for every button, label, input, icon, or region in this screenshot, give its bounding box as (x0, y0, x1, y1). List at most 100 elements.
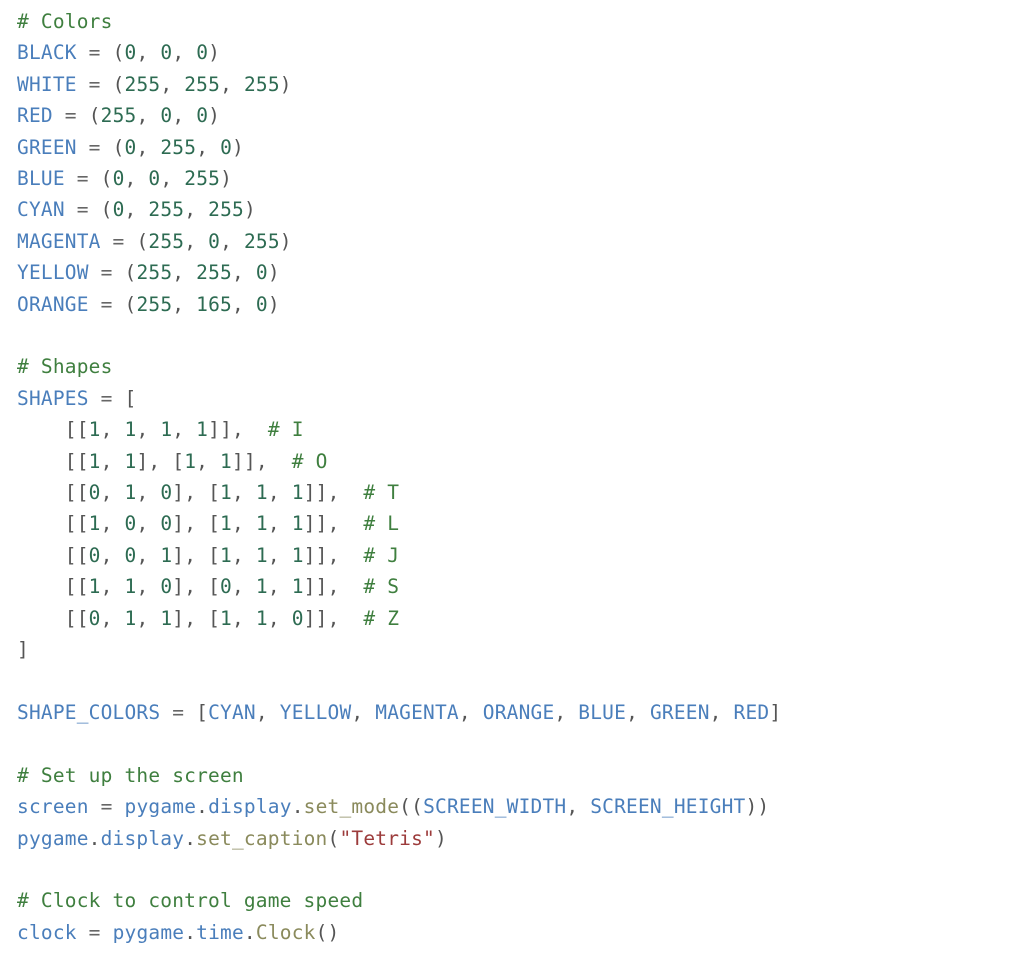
code-token-id: pygame (112, 920, 185, 944)
code-token-num: 1 (160, 418, 173, 442)
code-token-pun: ( (112, 135, 125, 159)
code-token-pun: , (124, 198, 149, 222)
code-line[interactable]: SHAPES = [ (17, 383, 1024, 414)
code-token-num: 1 (196, 418, 209, 442)
code-line[interactable]: BLACK = (0, 0, 0) (17, 37, 1024, 68)
code-line[interactable]: YELLOW = (255, 255, 0) (17, 257, 1024, 288)
code-token-num: 1 (160, 606, 173, 630)
code-line[interactable]: # Clock to control game speed (17, 885, 1024, 916)
code-token-num: 0 (160, 481, 173, 505)
code-line[interactable]: [[0, 1, 0], [1, 1, 1]], # T (17, 477, 1024, 508)
code-token-pun: ], [ (136, 449, 185, 473)
code-token-id: pygame (124, 795, 197, 819)
code-token-num: 0 (124, 41, 137, 65)
code-line[interactable]: [[0, 1, 1], [1, 1, 0]], # Z (17, 603, 1024, 634)
code-token-id: screen (17, 795, 89, 819)
code-token-num: 0 (291, 606, 304, 630)
code-line[interactable]: BLUE = (0, 0, 255) (17, 163, 1024, 194)
code-token-pun: ) (220, 167, 233, 191)
code-token-id: pygame (17, 826, 89, 850)
code-line[interactable]: ORANGE = (255, 165, 0) (17, 289, 1024, 320)
code-token-pun: , (267, 512, 292, 536)
code-token-pun: , (172, 418, 197, 442)
code-token-num: 255 (136, 292, 173, 316)
code-token-pun: , (172, 261, 197, 285)
code-token-pun: , (566, 795, 591, 819)
code-token-pun: , (136, 104, 161, 128)
code-token-pun: . (184, 920, 197, 944)
code-line[interactable]: # Shapes (17, 351, 1024, 382)
code-token-com: # T (363, 481, 400, 505)
code-token-num: 1 (255, 606, 268, 630)
code-token-id: SHAPES (17, 386, 89, 410)
code-token-pun: , (136, 512, 161, 536)
code-line[interactable]: SHAPE_COLORS = [CYAN, YELLOW, MAGENTA, O… (17, 697, 1024, 728)
code-token-pun: , (232, 575, 256, 599)
code-token-num: 1 (255, 512, 268, 536)
code-token-num: 255 (148, 229, 185, 253)
code-line[interactable]: ] (17, 634, 1024, 665)
code-line[interactable]: # Colors (17, 6, 1024, 37)
code-line[interactable]: # Set up the screen (17, 760, 1024, 791)
code-token-pun: ], [ (172, 481, 221, 505)
code-token-num: 1 (88, 512, 101, 536)
code-editor-content[interactable]: # Colors BLACK = (0, 0, 0) WHITE = (255, 2… (0, 0, 1024, 948)
code-token-num: 1 (220, 606, 232, 630)
code-line[interactable]: screen = pygame.display.set_mode((SCREEN… (17, 791, 1024, 822)
code-token-num: 165 (196, 292, 232, 316)
code-token-num: 0 (255, 261, 268, 285)
code-token-pun: , (100, 575, 125, 599)
code-token-pun: , (232, 512, 256, 536)
code-line[interactable]: [[0, 0, 1], [1, 1, 1]], # J (17, 540, 1024, 571)
code-token-num: 0 (220, 135, 233, 159)
code-token-pun: , (232, 481, 256, 505)
code-token-num: 0 (88, 481, 101, 505)
code-token-pun: ) (243, 198, 256, 222)
code-token-pun: , (160, 167, 185, 191)
code-line[interactable]: RED = (255, 0, 0) (17, 100, 1024, 131)
code-token-pun: ) (208, 104, 221, 128)
code-line[interactable]: pygame.display.set_caption("Tetris") (17, 823, 1024, 854)
code-token-pun: ]], (303, 543, 364, 567)
code-token-num: 1 (291, 575, 304, 599)
code-token-num: 0 (112, 167, 125, 191)
code-token-pun: [[ (17, 449, 89, 473)
code-line[interactable]: GREEN = (0, 255, 0) (17, 132, 1024, 163)
code-line[interactable]: [[1, 1], [1, 1]], # O (17, 446, 1024, 477)
code-token-num: 1 (124, 575, 137, 599)
code-token-pun: , (554, 700, 579, 724)
code-token-num: 1 (124, 449, 137, 473)
code-token-num: 0 (160, 41, 173, 65)
code-token-op: = (76, 167, 89, 191)
code-line[interactable]: [[1, 0, 0], [1, 1, 1]], # L (17, 508, 1024, 539)
code-line[interactable]: [[1, 1, 1, 1]], # I (17, 414, 1024, 445)
code-token-pun: [[ (17, 512, 89, 536)
code-line[interactable]: CYAN = (0, 255, 255) (17, 194, 1024, 225)
code-token-id: GREEN (649, 700, 710, 724)
code-token-pun: , (458, 700, 483, 724)
code-token-num: 1 (124, 481, 137, 505)
code-line[interactable]: MAGENTA = (255, 0, 255) (17, 226, 1024, 257)
code-token-num: 0 (255, 292, 268, 316)
code-token-pun: [[ (17, 481, 89, 505)
code-token-pun: ]], (208, 418, 268, 442)
code-token-pun: ( (100, 198, 113, 222)
code-token-id: clock (17, 920, 77, 944)
code-token-num: 1 (160, 543, 173, 567)
code-token-num: 1 (220, 512, 232, 536)
code-token-num: 1 (88, 575, 101, 599)
code-token-id: ORANGE (17, 292, 89, 316)
code-token-op: = (172, 700, 185, 724)
code-line[interactable]: [[1, 1, 0], [0, 1, 1]], # S (17, 571, 1024, 602)
code-token-pun: , (255, 700, 280, 724)
code-line[interactable]: WHITE = (255, 255, 255) (17, 69, 1024, 100)
code-line[interactable]: clock = pygame.time.Clock() (17, 917, 1024, 948)
code-token-pun: ( (112, 41, 125, 65)
code-token-pun: , (160, 72, 185, 96)
code-token-num: 1 (291, 481, 304, 505)
